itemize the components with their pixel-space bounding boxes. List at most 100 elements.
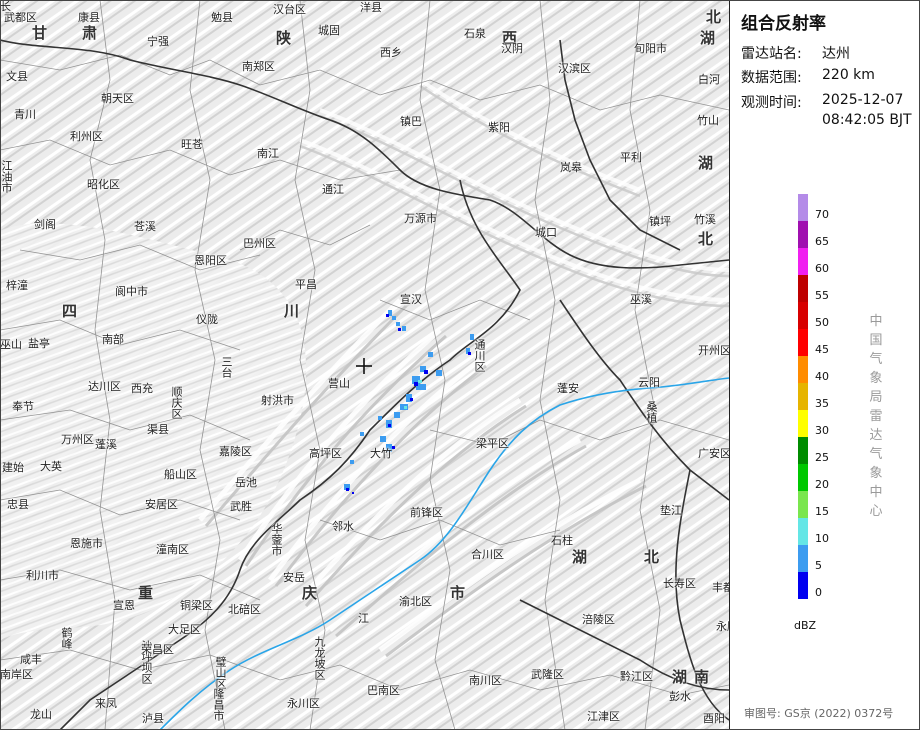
- center-name-char: 达: [869, 428, 883, 443]
- place-label: 紫阳: [488, 121, 510, 134]
- legend-swatch: [798, 248, 808, 275]
- legend-tick-label: 70: [815, 208, 829, 221]
- place-label: 三台: [220, 356, 233, 378]
- legend-swatch: [798, 518, 808, 545]
- place-label: 顺庆区: [170, 386, 183, 419]
- place-label: 铜梁区: [180, 599, 213, 612]
- place-label: 咸丰: [20, 653, 42, 666]
- place-label: 巫溪: [630, 293, 652, 306]
- place-label: 涪陵区: [582, 613, 615, 626]
- place-label: 昭化区: [87, 178, 120, 191]
- place-label: 平昌: [295, 278, 317, 291]
- place-label: 宣汉: [400, 293, 422, 306]
- place-label: 忠县: [7, 498, 29, 511]
- place-label: 云阳: [638, 376, 660, 389]
- legend-swatch: [798, 464, 808, 491]
- place-label: 万源市: [404, 212, 437, 225]
- place-label: 竹溪: [694, 213, 716, 226]
- place-label: 洋县: [360, 1, 382, 14]
- legend-swatch: [798, 329, 808, 356]
- place-label: 通江: [322, 183, 344, 196]
- legend-swatch: [798, 356, 808, 383]
- place-label: 北碚区: [228, 603, 261, 616]
- place-label: 丰都: [712, 581, 729, 594]
- range-label: 数据范围:: [741, 70, 802, 86]
- center-name-char: 象: [869, 371, 883, 386]
- legend-tick-label: 35: [815, 397, 829, 410]
- legend-swatch: [798, 221, 808, 248]
- legend-tick-label: 65: [815, 235, 829, 248]
- province-label-hunan-1: 南: [694, 668, 710, 686]
- review-number: 审图号: GS京 (2022) 0372号: [744, 707, 894, 720]
- place-label: 潼南区: [156, 543, 189, 556]
- place-label: 合川区: [471, 548, 504, 561]
- legend-tick-label: 55: [815, 289, 829, 302]
- place-label: 渝北区: [399, 595, 432, 608]
- place-label: 江: [358, 612, 369, 625]
- place-label: 来凤: [95, 697, 117, 710]
- place-label: 达川区: [88, 380, 121, 393]
- legend-swatch: [798, 410, 808, 437]
- province-label-gansu-1: 甘: [32, 24, 48, 42]
- province-label-gansu-2: 肃: [82, 24, 98, 42]
- place-label: 梁平区: [476, 437, 509, 450]
- place-label: 盐亭: [28, 337, 50, 350]
- legend-tick-label: 60: [815, 262, 829, 275]
- legend-tick-label: 25: [815, 451, 829, 464]
- place-label: 奉节: [12, 400, 34, 413]
- place-label: 武胜: [230, 500, 252, 513]
- place-label: 鹤峰: [60, 627, 73, 649]
- place-label: 岚皋: [560, 161, 582, 174]
- place-label: 龙山: [30, 708, 52, 721]
- province-label-hubei-2: 北: [706, 8, 722, 26]
- station-label: 雷达站名:: [741, 46, 802, 62]
- radar-map[interactable]: 甘 肃 陕 西 四 川 重 庆 市 湖 北 湖 北 湖 北 湖 南 武都区 康县勉…: [0, 0, 729, 730]
- place-label: 梓潼: [6, 279, 28, 292]
- province-label-chongqing-1: 重: [138, 584, 154, 602]
- legend-unit: dBZ: [794, 619, 817, 632]
- place-label: 泸县: [142, 712, 164, 725]
- place-label: 大英: [40, 460, 62, 473]
- legend-swatch: [798, 437, 808, 464]
- place-label: 嘉陵区: [219, 445, 252, 458]
- place-label: 南江: [257, 147, 279, 160]
- place-label: 华蓥市: [270, 523, 283, 556]
- place-label: 仪陇: [196, 313, 218, 326]
- place-label: 康县: [78, 11, 100, 24]
- place-label: 大竹: [370, 447, 392, 460]
- place-label: 白河: [698, 73, 720, 86]
- province-label-sichuan-2: 川: [284, 302, 300, 320]
- place-label: 酉阳: [703, 712, 725, 725]
- center-name-char: 心: [869, 504, 883, 519]
- place-label: 利川市: [26, 569, 59, 582]
- legend-tick-label: 10: [815, 532, 829, 545]
- place-label: 开州区: [698, 344, 729, 357]
- place-label: 长寿区: [663, 577, 696, 590]
- place-label: 璧山区: [214, 656, 227, 689]
- center-name-char: 气: [869, 447, 883, 462]
- place-label: 苍溪: [134, 220, 156, 233]
- place-label: 荣昌区: [141, 643, 174, 656]
- place-label: 石柱: [551, 534, 573, 547]
- place-label: 射洪市: [261, 394, 294, 407]
- place-label: 建始: [2, 461, 24, 474]
- place-label: 城固: [318, 24, 340, 37]
- place-label: 西充: [131, 382, 153, 395]
- place-label: 巴州区: [243, 237, 276, 250]
- place-label: 永川区: [287, 697, 320, 710]
- place-label: 竹山: [697, 114, 719, 127]
- place-label: 蓬安: [557, 382, 579, 395]
- place-label: 剑阁: [34, 218, 56, 231]
- place-label: 九龙坡区: [313, 636, 326, 680]
- place-label: 宁强: [147, 35, 169, 48]
- place-label: 石泉: [464, 27, 486, 40]
- place-label: 营山: [328, 377, 350, 390]
- station-value: 达州: [822, 46, 850, 62]
- place-label: 南部: [102, 333, 124, 346]
- legend-swatch: [798, 572, 808, 599]
- place-label: 汉滨区: [558, 62, 591, 75]
- place-label: 镇坪: [649, 215, 671, 228]
- legend-swatch: [798, 194, 808, 221]
- center-name-char: 中: [869, 314, 883, 329]
- legend-swatch: [798, 302, 808, 329]
